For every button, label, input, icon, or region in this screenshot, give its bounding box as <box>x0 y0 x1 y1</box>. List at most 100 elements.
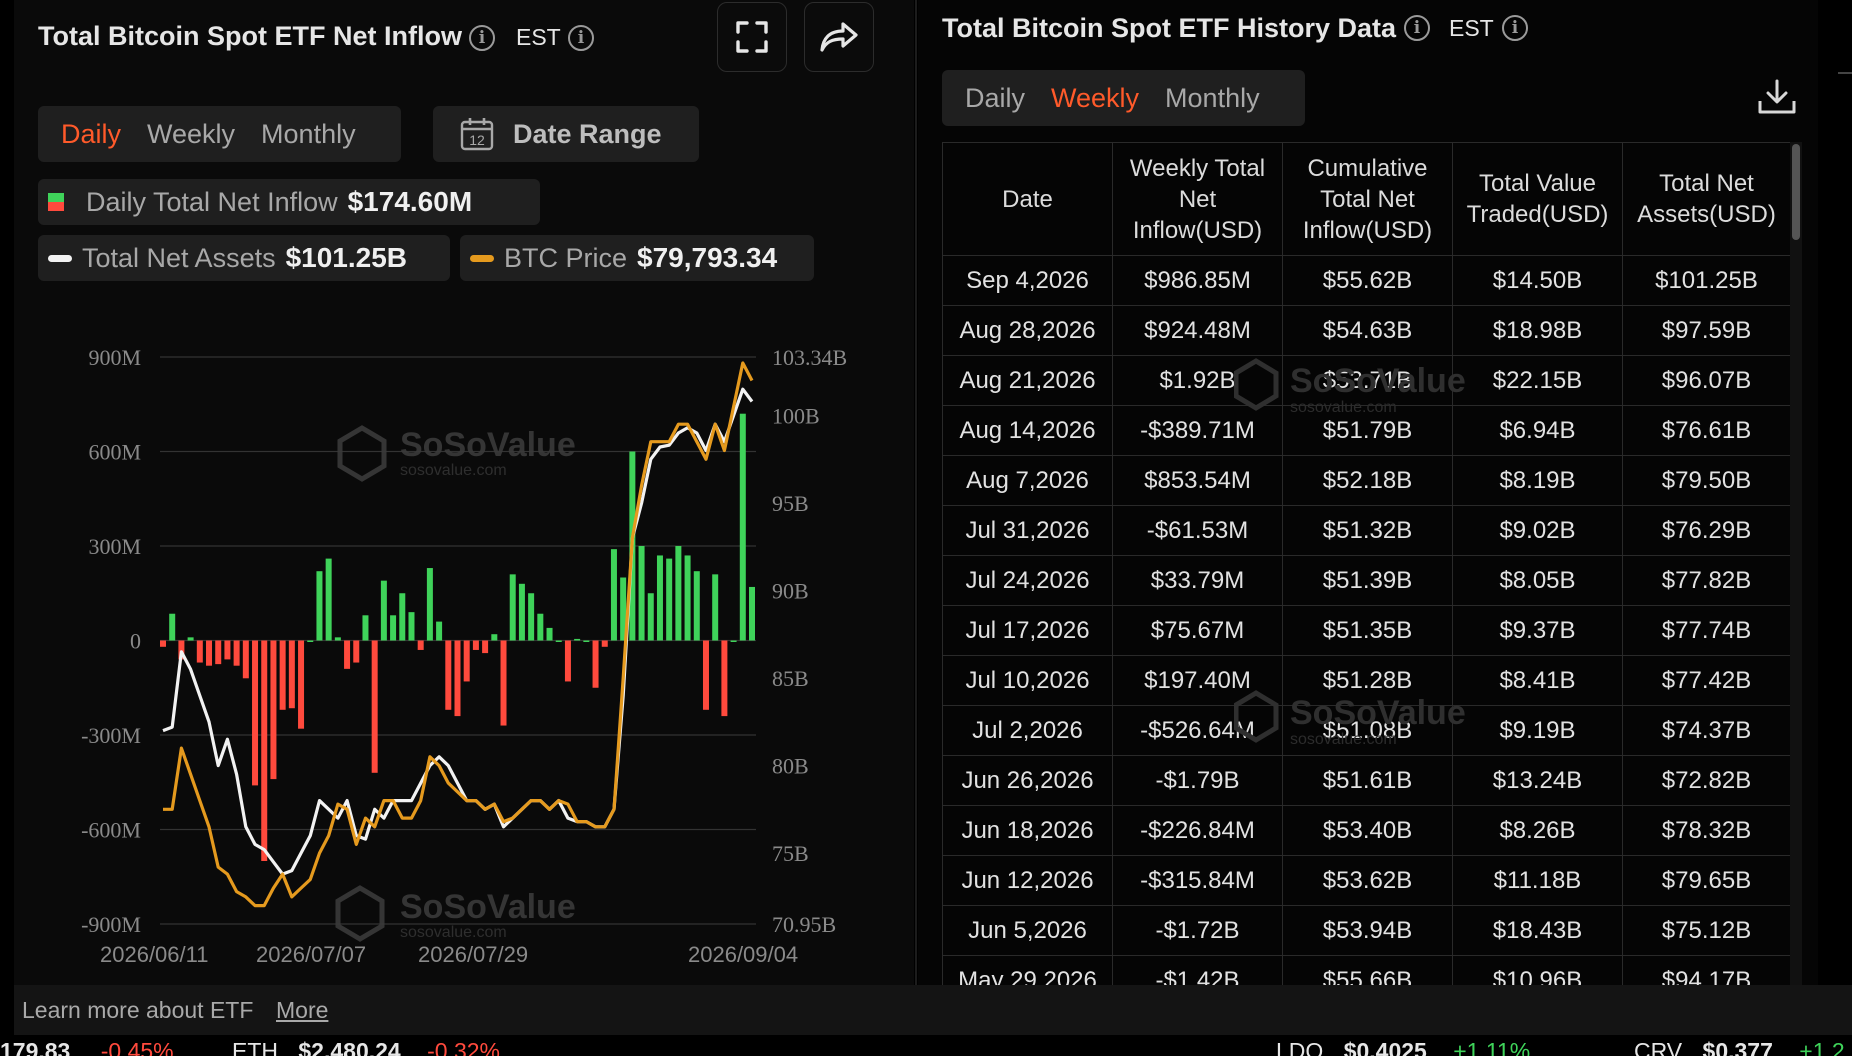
cell-value-traded: $8.05B <box>1452 555 1623 606</box>
cell-date: Aug 28,2026 <box>942 305 1113 356</box>
inflow-bar <box>206 640 213 666</box>
inflow-bar <box>344 640 351 669</box>
inflow-bar <box>362 615 369 641</box>
table-row[interactable]: May 29,2026 -$1.42B $55.66B $10.96B $94.17B <box>942 955 1790 985</box>
inflow-bar <box>169 613 176 641</box>
info-icon[interactable]: i <box>469 25 495 51</box>
inflow-bar <box>390 615 397 641</box>
date-range-label: Date Range <box>513 118 662 149</box>
table-row[interactable]: Jun 18,2026 -$226.84M $53.40B $8.26B $78.32B <box>942 805 1790 856</box>
table-watermark: SoSoValue sosovalue.com <box>1234 358 1466 416</box>
cell-cumulative-inflow: $51.32B <box>1282 505 1453 556</box>
history-tab-daily[interactable]: Daily <box>952 83 1038 114</box>
inflow-bar <box>684 555 691 641</box>
legend-assets[interactable]: Total Net Assets $101.25B <box>38 235 450 281</box>
table-row[interactable]: Jul 24,2026 $33.79M $51.39B $8.05B $77.82B <box>942 555 1790 606</box>
cell-net-assets: $77.82B <box>1622 555 1790 606</box>
history-timezone-info-icon[interactable]: i <box>1502 15 1528 41</box>
cell-value-traded: $11.18B <box>1452 855 1623 906</box>
cell-net-assets: $75.12B <box>1622 905 1790 956</box>
col-header-weekly-inflow[interactable]: Weekly Total Net Inflow(USD) <box>1112 142 1283 256</box>
y2-tick-label: 75B <box>772 841 809 866</box>
cell-weekly-inflow: -$1.72B <box>1112 905 1283 956</box>
legend-btc-label: BTC Price <box>504 242 628 273</box>
cell-date: Jun 26,2026 <box>942 755 1113 806</box>
ticker-symbol: CRV <box>1634 1038 1683 1056</box>
chart-watermark-bottom: SoSoValue sosovalue.com <box>335 885 576 942</box>
tab-monthly[interactable]: Monthly <box>248 119 369 150</box>
table-scrollbar[interactable] <box>1790 142 1802 985</box>
cell-weekly-inflow: -$315.84M <box>1112 855 1283 906</box>
cell-net-assets: $79.50B <box>1622 455 1790 506</box>
table-row[interactable]: Jun 5,2026 -$1.72B $53.94B $18.43B $75.12B <box>942 905 1790 956</box>
x-tick-label: 2026/06/11 <box>100 942 208 967</box>
cell-cumulative-inflow: $53.94B <box>1282 905 1453 956</box>
inflow-bar <box>472 640 479 650</box>
timezone-info-icon[interactable]: i <box>568 25 594 51</box>
inflow-bar <box>592 640 599 688</box>
cell-weekly-inflow: $33.79M <box>1112 555 1283 606</box>
table-row[interactable]: Sep 4,2026 $986.85M $55.62B $14.50B $101.25B <box>942 255 1790 306</box>
inflow-bar <box>316 571 323 641</box>
col-header-net-assets[interactable]: Total Net Assets(USD) <box>1622 142 1790 256</box>
table-row[interactable]: Jul 17,2026 $75.67M $51.35B $9.37B $77.74B <box>942 605 1790 656</box>
fullscreen-button[interactable] <box>717 2 787 72</box>
col-header-value-traded[interactable]: Total Value Traded(USD) <box>1452 142 1623 256</box>
ticker-price: $0.377 <box>1702 1038 1773 1056</box>
table-row[interactable]: Jun 26,2026 -$1.79B $51.61B $13.24B $72.82B <box>942 755 1790 806</box>
ticker-price: 179.83 <box>0 1038 71 1056</box>
table-row[interactable]: Jul 31,2026 -$61.53M $51.32B $9.02B $76.29B <box>942 505 1790 556</box>
ticker-item[interactable]: CRV $0.377 +1.2 <box>1634 1038 1845 1056</box>
ticker-item[interactable]: ETH $2,480.24 -0.32% <box>232 1038 500 1056</box>
share-button[interactable] <box>804 2 874 72</box>
cell-date: Sep 4,2026 <box>942 255 1113 306</box>
cell-date: Jun 12,2026 <box>942 855 1113 906</box>
table-row[interactable]: Jun 12,2026 -$315.84M $53.62B $11.18B $79.65… <box>942 855 1790 906</box>
tab-daily[interactable]: Daily <box>48 119 134 150</box>
cell-cumulative-inflow: $52.18B <box>1282 455 1453 506</box>
history-tab-monthly[interactable]: Monthly <box>1152 83 1273 114</box>
history-info-icon[interactable]: i <box>1404 15 1430 41</box>
cell-net-assets: $101.25B <box>1622 255 1790 306</box>
ticker-item[interactable]: LDO $0.4025 +1.11% <box>1276 1038 1530 1056</box>
cell-net-assets: $72.82B <box>1622 755 1790 806</box>
inflow-bar <box>564 640 571 682</box>
calendar-icon: 12 <box>460 118 494 151</box>
history-title: Total Bitcoin Spot ETF History Data <box>942 13 1397 43</box>
footer-more-link[interactable]: More <box>276 997 328 1024</box>
table-scroll-thumb[interactable] <box>1792 144 1800 240</box>
history-tab-weekly[interactable]: Weekly <box>1038 83 1152 114</box>
ticker-price: $0.4025 <box>1343 1038 1427 1056</box>
inflow-bar <box>270 640 277 780</box>
table-row[interactable]: Aug 7,2026 $853.54M $52.18B $8.19B $79.50B <box>942 455 1790 506</box>
date-range-button[interactable]: 12 Date Range <box>433 106 699 162</box>
cell-date: Aug 21,2026 <box>942 355 1113 406</box>
y2-tick-label: 100B <box>772 403 820 428</box>
fullscreen-icon <box>736 21 768 53</box>
inflow-bar <box>518 583 525 641</box>
x-axis-labels: 2026/06/11 2026/07/07 2026/07/29 2026/09/04 <box>100 942 798 967</box>
cell-value-traded: $14.50B <box>1452 255 1623 306</box>
y-tick-label: 0 <box>130 629 141 654</box>
inflow-bar <box>445 640 452 710</box>
col-header-date[interactable]: Date <box>942 142 1113 256</box>
inflow-bar <box>408 612 415 641</box>
cell-net-assets: $97.59B <box>1622 305 1790 356</box>
inflow-bar <box>307 640 314 642</box>
cell-weekly-inflow: -$1.79B <box>1112 755 1283 806</box>
legend-btc[interactable]: BTC Price $79,793.34 <box>460 235 814 281</box>
legend-inflow-label: Daily Total Net Inflow <box>86 186 338 217</box>
col-header-cumulative-inflow[interactable]: Cumulative Total Net Inflow(USD) <box>1282 142 1453 256</box>
inflow-bar <box>491 634 498 641</box>
inflow-bar <box>749 586 755 641</box>
ticker-item[interactable]: 179.83 -0.45% <box>0 1038 174 1056</box>
download-icon[interactable] <box>1756 76 1798 118</box>
legend-inflow[interactable]: Daily Total Net Inflow $174.60M <box>38 179 540 225</box>
history-table-viewport[interactable]: Date Weekly Total Net Inflow(USD) Cumula… <box>942 142 1790 985</box>
watermark-logo-icon <box>337 425 387 482</box>
tab-weekly[interactable]: Weekly <box>134 119 248 150</box>
inflow-bar <box>647 593 654 641</box>
inflow-bar <box>399 593 406 641</box>
cell-date: Jul 10,2026 <box>942 655 1113 706</box>
table-row[interactable]: Aug 28,2026 $924.48M $54.63B $18.98B $97.59B <box>942 305 1790 356</box>
